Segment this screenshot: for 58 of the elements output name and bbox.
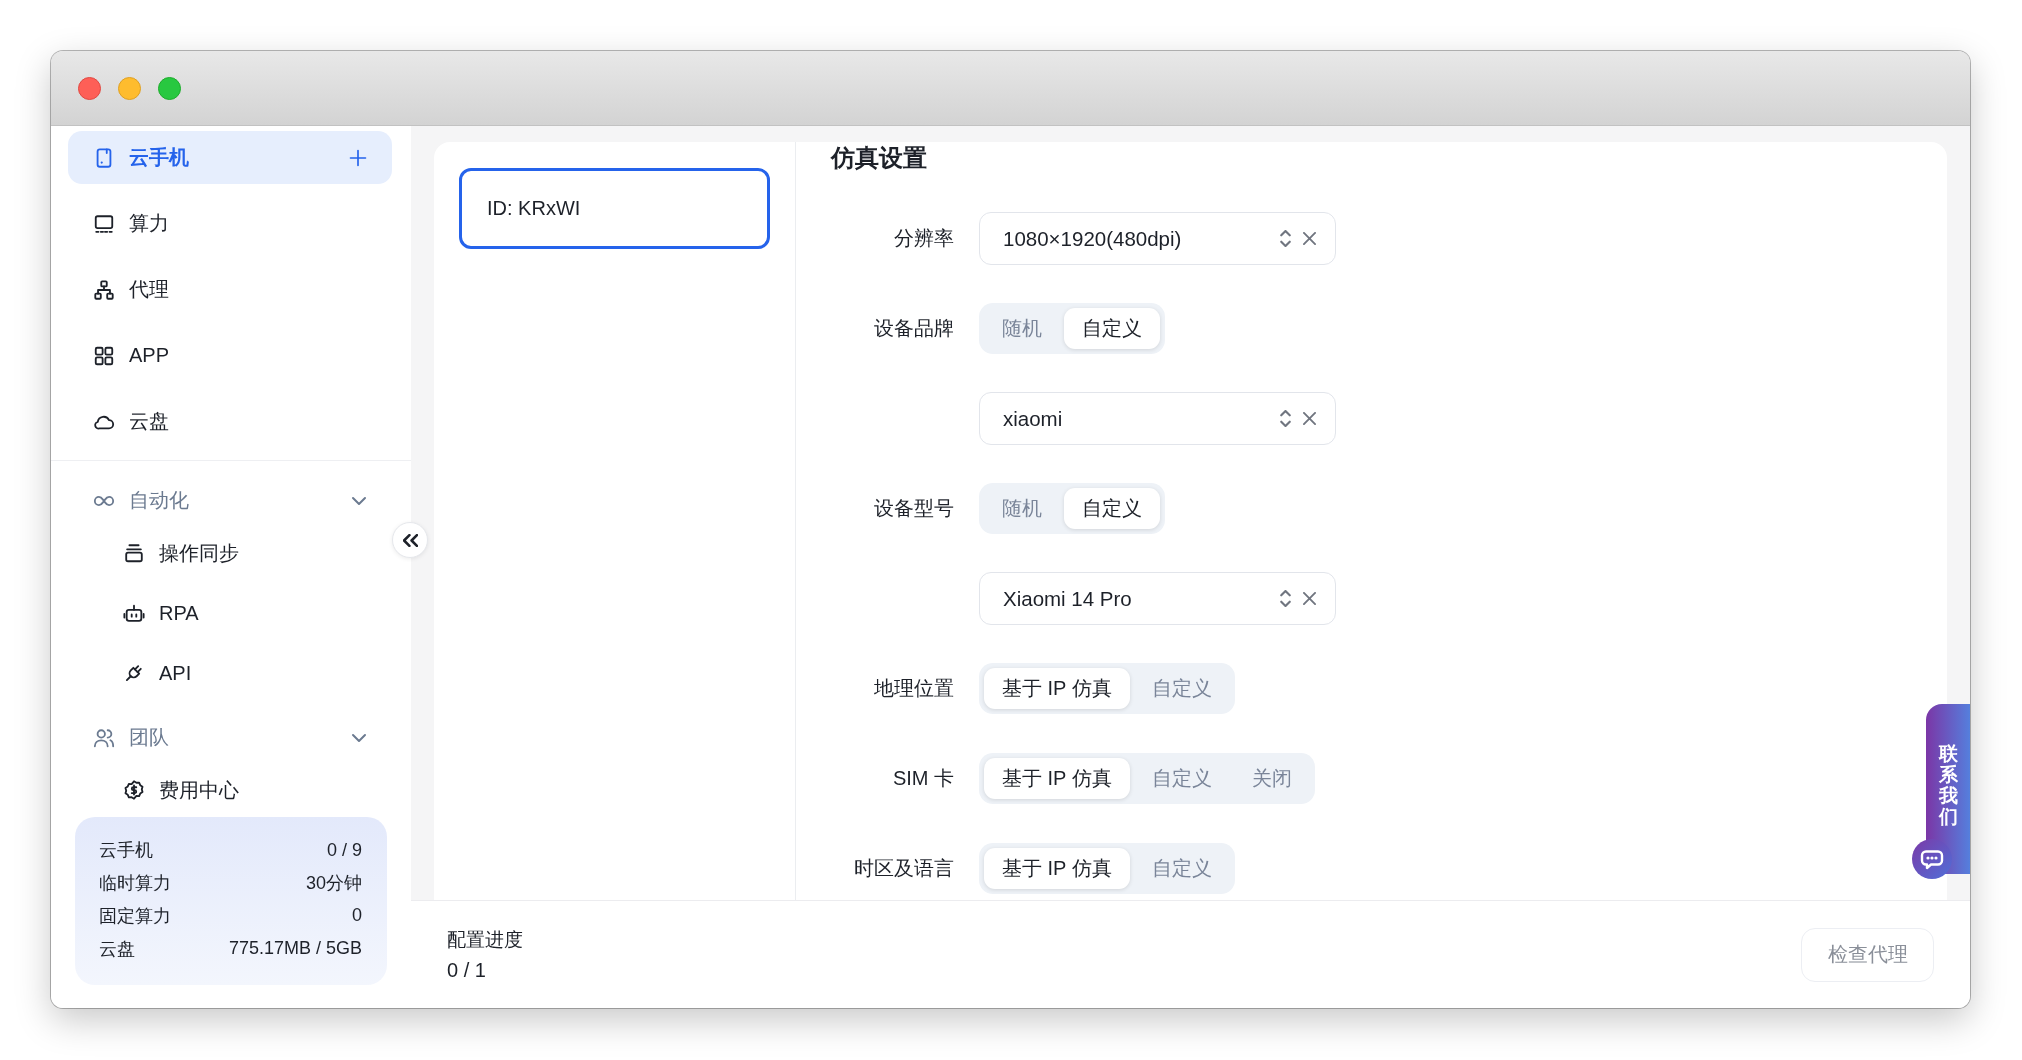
chevron-down-icon[interactable] xyxy=(351,731,367,744)
nav-subitem[interactable]: RPA xyxy=(68,589,392,637)
nav-item[interactable]: 算力 xyxy=(68,197,392,250)
network-icon xyxy=(93,278,115,301)
segment-option[interactable]: 基于 IP 仿真 xyxy=(984,668,1130,709)
usage-label: 云盘 xyxy=(99,937,135,961)
select-field[interactable]: 1080×1920(480dpi) xyxy=(979,212,1336,265)
select-field[interactable]: xiaomi xyxy=(979,392,1336,445)
collapse-sidebar-button[interactable] xyxy=(392,522,428,558)
usage-value: 0 xyxy=(352,905,362,927)
stack-icon xyxy=(123,542,145,564)
close-button[interactable] xyxy=(78,76,101,100)
chat-bubble-icon[interactable] xyxy=(1912,839,1952,879)
segment-option[interactable]: 自定义 xyxy=(1064,308,1160,349)
usage-value: 0 / 9 xyxy=(326,839,362,861)
progress-label: 配置进度 xyxy=(447,927,523,952)
dollar-badge-icon xyxy=(123,779,145,801)
chevron-updown-icon[interactable] xyxy=(1280,590,1291,607)
usage-label: 云手机 xyxy=(99,839,153,863)
clear-icon[interactable] xyxy=(1303,592,1316,605)
chevron-down-icon[interactable] xyxy=(351,494,367,507)
field-label: 设备品牌 xyxy=(874,317,954,339)
nav-item[interactable]: 云手机 xyxy=(68,131,392,184)
field-label: 设备型号 xyxy=(874,497,954,519)
usage-label: 临时算力 xyxy=(99,872,171,896)
progress-value: 0 / 1 xyxy=(447,957,487,983)
segment-option[interactable]: 自定义 xyxy=(1064,488,1160,529)
section-title: 仿真设置 xyxy=(829,143,928,173)
field-label: SIM 卡 xyxy=(892,767,954,789)
nav-item[interactable]: 云盘 xyxy=(68,395,392,448)
usage-value: 30分钟 xyxy=(305,872,362,896)
segment-option[interactable]: 基于 IP 仿真 xyxy=(984,848,1130,889)
nav-subitem[interactable]: 操作同步 xyxy=(68,529,392,577)
group-header[interactable]: 自动化 xyxy=(68,474,392,527)
monitor-icon xyxy=(93,212,115,235)
plug-icon xyxy=(123,662,145,684)
nav-subitem[interactable]: 费用中心 xyxy=(68,766,392,814)
robot-icon xyxy=(123,602,145,624)
clear-icon[interactable] xyxy=(1303,412,1316,425)
nav-item[interactable]: 代理 xyxy=(68,263,392,316)
usage-label: 固定算力 xyxy=(99,904,171,928)
field-label: 分辨率 xyxy=(894,227,954,249)
select-field[interactable]: Xiaomi 14 Pro xyxy=(979,572,1336,625)
users-icon xyxy=(93,726,115,749)
chevron-updown-icon[interactable] xyxy=(1280,410,1291,427)
group-header[interactable]: 团队 xyxy=(68,711,392,764)
field-label: 时区及语言 xyxy=(854,857,954,879)
segment-option[interactable]: 基于 IP 仿真 xyxy=(984,758,1130,799)
usage-value: 775.17MB / 5GB xyxy=(228,938,362,960)
device-card[interactable]: ID: KRxWI xyxy=(459,168,770,249)
field-label: 地理位置 xyxy=(874,677,954,699)
clear-icon[interactable] xyxy=(1303,232,1316,245)
nav-item[interactable]: APP xyxy=(68,329,392,382)
plus-icon[interactable] xyxy=(348,147,368,168)
chevron-updown-icon[interactable] xyxy=(1280,230,1291,247)
nav-subitem[interactable]: API xyxy=(68,649,392,697)
double-chevron-left-icon xyxy=(402,533,418,547)
grid-icon xyxy=(93,344,115,367)
